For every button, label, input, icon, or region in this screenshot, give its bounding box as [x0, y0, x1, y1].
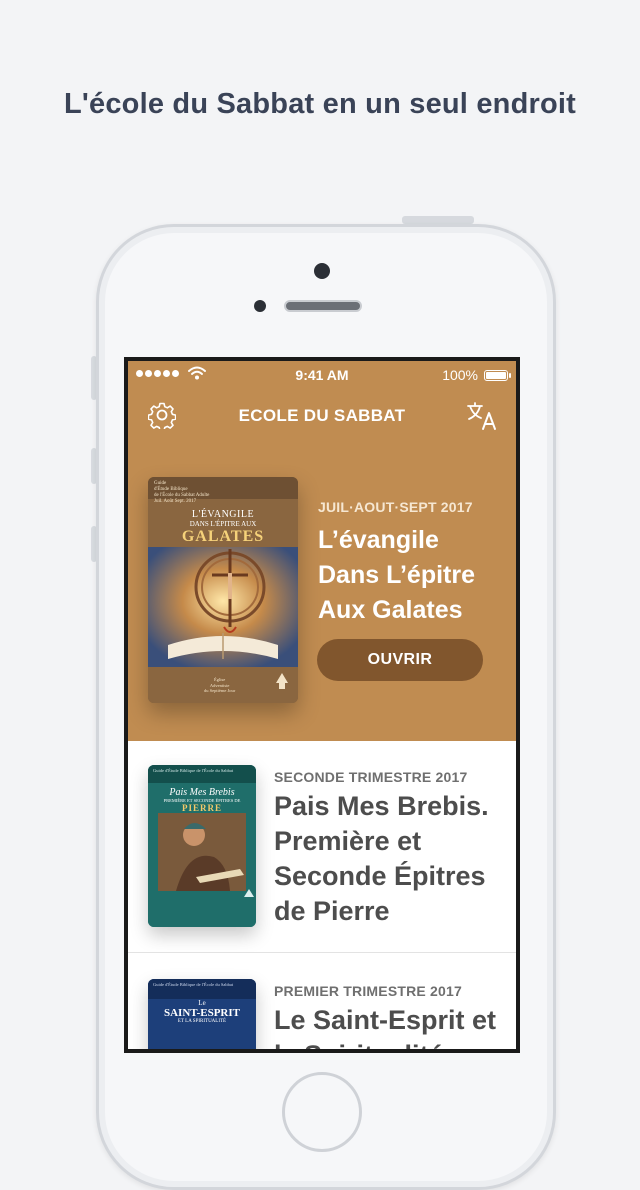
open-button[interactable]: OUVRIR: [317, 639, 483, 681]
cover-publisher-line3: du Septième Jour: [204, 688, 236, 693]
lesson-cover-heading-big: PIERRE: [181, 803, 222, 813]
front-camera: [314, 263, 330, 279]
lesson-list-item[interactable]: Guide d'Étude Biblique de l'École du Sab…: [128, 741, 516, 953]
lesson-list-item[interactable]: Guide d'Étude Biblique de l'École du Sab…: [128, 953, 516, 1049]
lesson-cover-image[interactable]: Guide d'Étude Biblique de l'École du Sab…: [148, 765, 256, 927]
phone-screen: 9:41 AM 100% ECOLE DU SABBAT Guide d'Étu…: [124, 357, 520, 1053]
featured-lesson: 9:41 AM 100% ECOLE DU SABBAT Guide d'Étu…: [128, 361, 516, 741]
cover-date: Juil. Août Sept. 2017: [154, 499, 197, 504]
featured-title[interactable]: L’évangile Dans L’épitre Aux Galates: [318, 523, 498, 628]
battery-percent: 100%: [442, 367, 478, 383]
lesson-cover-image[interactable]: Guide d'Étude Biblique de l'École du Sab…: [148, 979, 256, 1049]
lesson-cover-top-text: Guide d'Étude Biblique de l'École du Sab…: [153, 768, 234, 773]
lesson-cover-heading-small: Le: [198, 999, 206, 1007]
battery-icon: [484, 370, 508, 381]
cover-heading-small: L'ÉVANGILE: [191, 509, 255, 520]
lesson-quarter: PREMIER TRIMESTRE 2017: [274, 983, 462, 999]
translate-icon[interactable]: [466, 401, 498, 431]
status-bar: 9:41 AM 100%: [128, 361, 516, 391]
nav-title: ECOLE DU SABBAT: [238, 406, 406, 425]
featured-cover-image[interactable]: Guide d'Étude Biblique de l'École du Sab…: [148, 477, 298, 703]
lesson-cover-heading-script: Pais Mes Brebis: [169, 787, 235, 798]
home-button[interactable]: [282, 1072, 362, 1152]
lesson-title[interactable]: Pais Mes Brebis. Première et Seconde Épi…: [274, 789, 506, 929]
lesson-info: PREMIER TRIMESTRE 2017 Le Saint-Esprit e…: [274, 983, 506, 1049]
lesson-info: SECONDE TRIMESTRE 2017 Pais Mes Brebis. …: [274, 769, 506, 929]
headline: L'école du Sabbat en un seul endroit: [64, 88, 576, 120]
lesson-quarter: SECONDE TRIMESTRE 2017: [274, 769, 468, 785]
power-button: [402, 216, 474, 224]
lesson-cover-heading-sub: ET LA SPIRITUALITÉ: [177, 1019, 227, 1024]
lesson-cover-heading-big: SAINT-ESPRIT: [163, 1007, 240, 1019]
cover-heading-sub: DANS L'ÉPITRE AUX: [189, 520, 257, 528]
earpiece-speaker: [284, 300, 362, 312]
proximity-sensor: [254, 300, 266, 312]
lesson-title[interactable]: Le Saint-Esprit et la Spiritualité: [274, 1003, 506, 1049]
nav-bar: ECOLE DU SABBAT: [128, 395, 516, 439]
featured-quarter: JUIL·AOUT·SEPT 2017: [318, 499, 473, 515]
cover-heading-big: GALATES: [181, 528, 265, 545]
lesson-cover-top-text: Guide d'Étude Biblique de l'École du Sab…: [153, 982, 234, 987]
app-view: 9:41 AM 100% ECOLE DU SABBAT Guide d'Étu…: [128, 361, 516, 1049]
featured-info: JUIL·AOUT·SEPT 2017 L’évangile Dans L’ép…: [318, 499, 498, 628]
